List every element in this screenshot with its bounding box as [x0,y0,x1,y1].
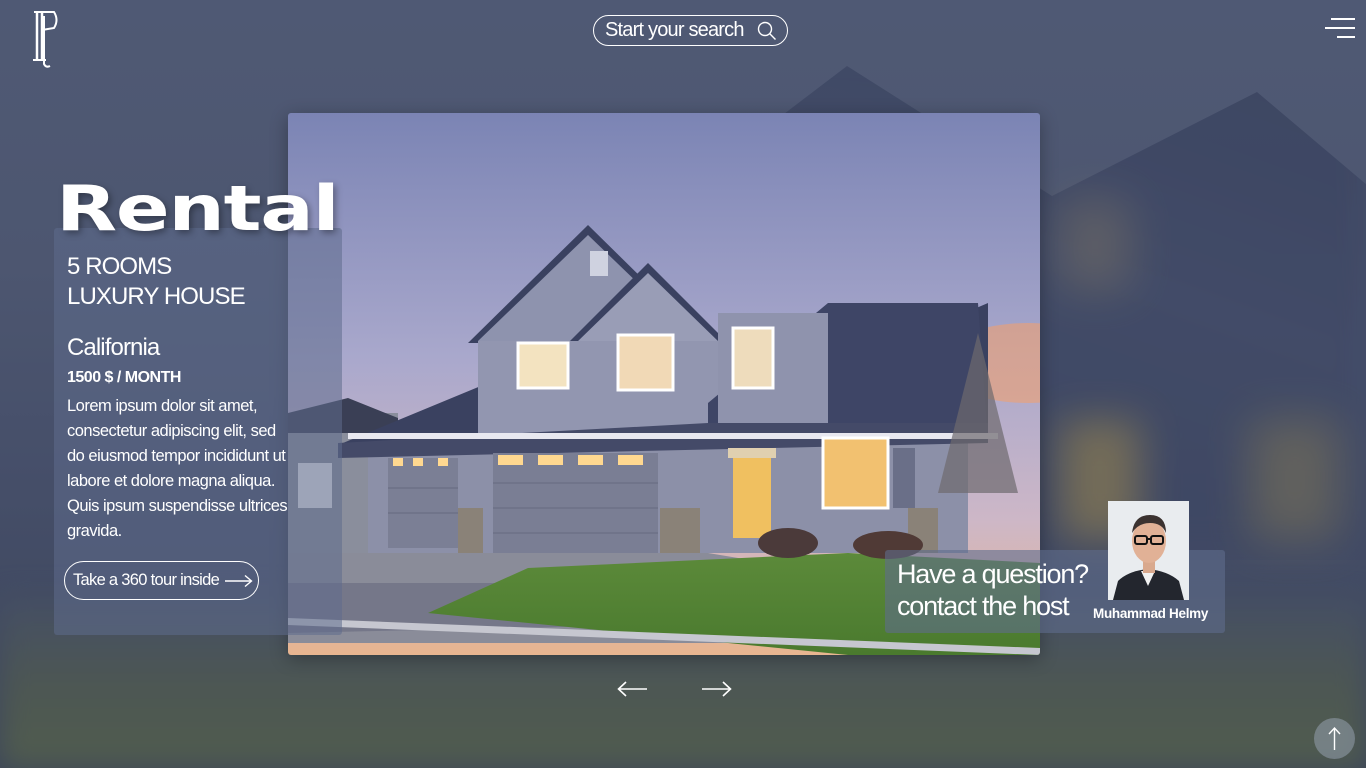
listing-title: Rental [56,172,340,245]
listing-price: 1500 $ / MONTH [67,369,181,386]
listing-location: California [67,334,160,361]
search-bar[interactable]: Start your search [593,15,788,46]
host-question: Have a question? [897,559,1089,589]
rooms-line-1: 5 ROOMS [67,253,172,280]
arrow-right-icon [225,574,253,588]
host-name: Muhammad Helmy [1093,606,1209,621]
ip-monogram-logo[interactable] [28,8,60,70]
scroll-top-button[interactable] [1314,718,1355,759]
search-input[interactable]: Start your search [605,19,757,42]
listing-rooms: 5 ROOMS LUXURY HOUSE [67,252,246,312]
tour-button-label: Take a 360 tour inside [73,571,220,589]
rooms-line-2: LUXURY HOUSE [67,283,246,310]
search-icon[interactable] [757,21,777,41]
avatar [1108,501,1189,600]
contact-host-link[interactable]: contact the host [897,591,1070,622]
arrow-left-icon[interactable] [617,680,647,698]
tour-button[interactable]: Take a 360 tour inside [64,561,259,600]
arrow-up-icon [1328,726,1341,750]
hamburger-menu-icon[interactable] [1325,18,1355,40]
listing-description: Lorem ipsum dolor sit amet, consectetur … [67,397,288,540]
arrow-right-icon[interactable] [702,680,732,698]
